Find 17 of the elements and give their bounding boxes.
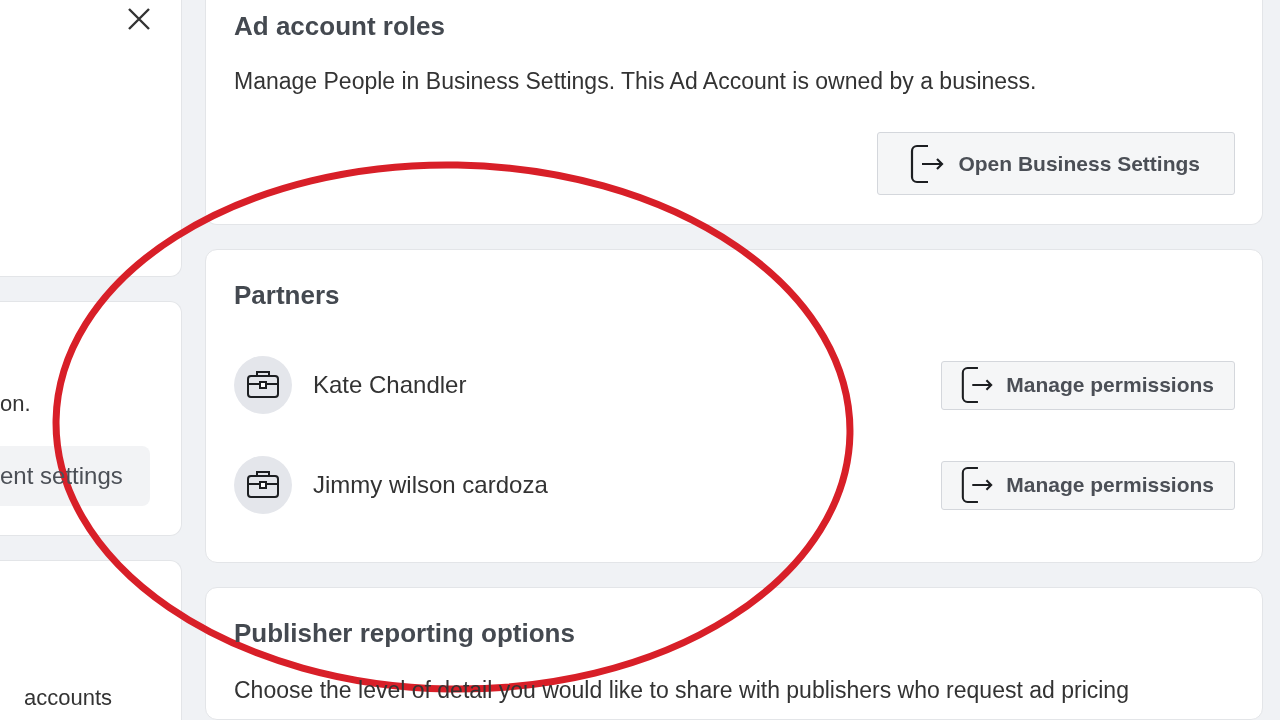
briefcase-icon <box>234 456 292 514</box>
partner-name: Jimmy wilson cardoza <box>313 471 548 499</box>
manage-permissions-button[interactable]: Manage permissions <box>941 460 1235 510</box>
section-title: Publisher reporting options <box>234 618 576 648</box>
partner-name: Kate Chandler <box>313 371 467 399</box>
section-title: Ad account roles <box>234 11 446 41</box>
briefcase-icon <box>234 356 292 414</box>
open-business-settings-button[interactable]: Open Business Settings <box>877 132 1235 195</box>
side-card-text: accounts <box>24 685 113 711</box>
section-description: Manage People in Business Settings. This Ad Account is owned by a business. <box>234 68 1038 94</box>
exit-icon <box>960 366 995 404</box>
close-icon[interactable] <box>127 7 151 31</box>
exit-icon <box>909 143 946 184</box>
manage-permissions-button[interactable]: Manage permissions <box>941 360 1235 410</box>
side-card-text: on. <box>0 391 31 417</box>
exit-icon <box>960 466 995 504</box>
section-title: Partners <box>234 280 341 310</box>
